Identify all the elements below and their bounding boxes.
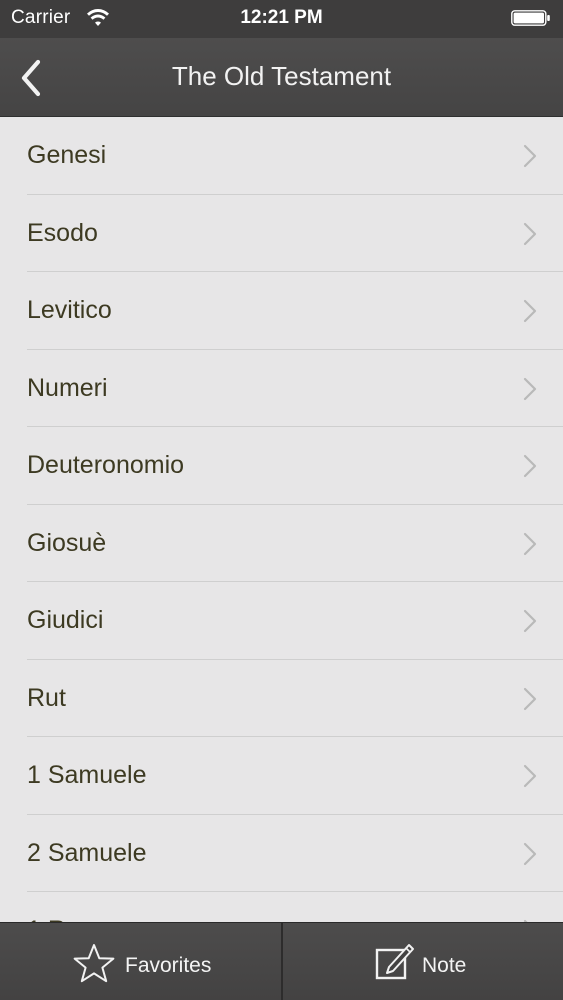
navigation-bar: The Old Testament	[0, 38, 563, 117]
book-row[interactable]: Rut	[0, 660, 563, 738]
book-row[interactable]: 2 Samuele	[0, 815, 563, 893]
book-label: Deuteronomio	[27, 451, 185, 479]
book-label: Numeri	[27, 373, 108, 402]
book-row[interactable]: Numeri	[0, 350, 563, 428]
book-label: 1 Samuele	[27, 761, 147, 789]
book-row[interactable]: 1 Re	[0, 892, 563, 923]
status-bar: Carrier 12:21 PM	[0, 0, 563, 38]
tab-favorites[interactable]: Favorites	[0, 923, 281, 1000]
book-row[interactable]: Giudici	[0, 582, 563, 660]
chevron-right-icon	[523, 377, 537, 401]
page-title: The Old Testament	[171, 61, 392, 91]
tab-favorites-label: Favorites	[125, 954, 212, 977]
book-row[interactable]: Giosuè	[0, 505, 563, 583]
book-row[interactable]: Genesi	[0, 117, 563, 195]
chevron-right-icon	[523, 609, 537, 633]
book-row[interactable]: Esodo	[0, 195, 563, 273]
tab-bar: Favorites Note	[0, 922, 563, 1000]
book-label: 2 Samuele	[27, 838, 147, 867]
battery-icon	[511, 10, 551, 26]
book-label: Giudici	[27, 606, 104, 634]
book-row[interactable]: Levitico	[0, 272, 563, 350]
book-row[interactable]: Deuteronomio	[0, 427, 563, 505]
book-label: Giosuè	[27, 528, 107, 557]
tab-note-label: Note	[422, 954, 467, 977]
chevron-right-icon	[523, 222, 537, 246]
chevron-right-icon	[523, 532, 537, 556]
tab-note[interactable]: Note	[283, 923, 563, 1000]
screen: Carrier 12:21 PM The Old Testament Genes…	[0, 0, 563, 1000]
chevron-right-icon	[523, 299, 537, 323]
book-label: Levitico	[27, 296, 112, 324]
star-icon	[72, 943, 116, 983]
book-label: Esodo	[27, 218, 98, 247]
chevron-right-icon	[523, 687, 537, 711]
book-row[interactable]: 1 Samuele	[0, 737, 563, 815]
chevron-right-icon	[523, 842, 537, 866]
chevron-right-icon	[523, 764, 537, 788]
note-edit-icon	[375, 941, 419, 981]
book-label: Genesi	[27, 141, 107, 169]
chevron-right-icon	[523, 454, 537, 478]
chevron-right-icon	[523, 144, 537, 168]
book-label: Rut	[27, 683, 66, 712]
status-time: 12:21 PM	[240, 7, 323, 28]
book-list: Genesi Esodo Levitico Numeri Deuteronomio Gio…	[0, 117, 563, 923]
